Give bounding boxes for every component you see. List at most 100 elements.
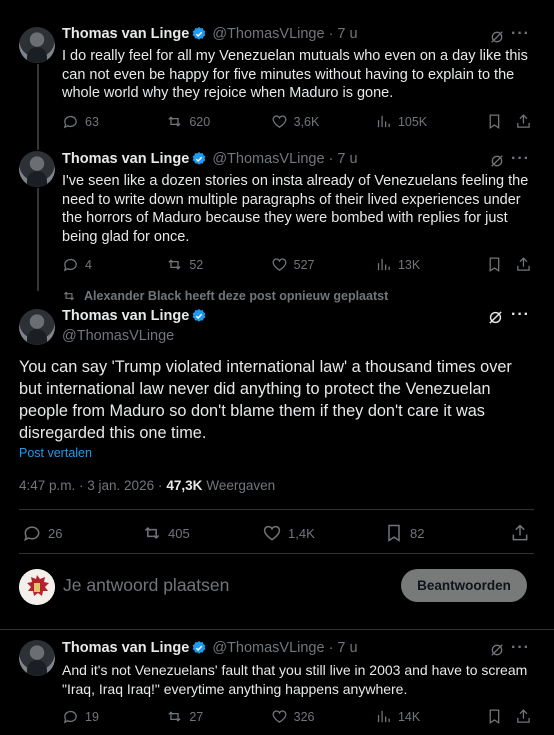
reply-button[interactable]: 4 (62, 256, 166, 273)
share-icon[interactable] (510, 523, 530, 543)
repost-icon (168, 711, 181, 722)
verified-icon (192, 641, 206, 654)
repost-icon (63, 291, 75, 301)
author-name[interactable]: Thomas van Linge (62, 640, 189, 656)
reply-count: 63 (85, 114, 99, 129)
reply-count: 4 (85, 257, 92, 272)
reply-count: 19 (85, 709, 99, 724)
views-count: 47,3K (166, 478, 203, 493)
tweet-header: Thomas van Linge @ThomasVLinge · 7 u (62, 26, 532, 42)
like-button[interactable]: 527 (271, 256, 375, 273)
tweet-text: You can say 'Trump violated internationa… (19, 358, 512, 442)
more-icon[interactable]: ··· (511, 306, 530, 324)
reply-icon (63, 115, 77, 129)
author-handle[interactable]: @ThomasVLinge (212, 151, 324, 167)
avatar[interactable] (19, 309, 55, 345)
bookmark-button[interactable]: 82 (384, 523, 510, 543)
share-icon[interactable] (515, 256, 532, 273)
heart-icon (272, 710, 287, 723)
more-icon[interactable]: ··· (511, 150, 530, 168)
translate-link[interactable]: Post vertalen (19, 446, 92, 460)
like-button[interactable]: 1,4K (262, 523, 384, 543)
more-icon[interactable]: ··· (511, 25, 530, 43)
like-count: 1,4K (288, 525, 315, 541)
repost-button[interactable]: 620 (166, 113, 270, 130)
tweet-text: And it's not Venezuelans' fault that you… (62, 662, 528, 697)
user-avatar[interactable] (19, 569, 55, 605)
more-icon[interactable]: ··· (511, 639, 530, 657)
tweet-header: Thomas van Linge @ThomasVLinge · 7 u (62, 151, 532, 167)
avatar[interactable] (19, 640, 55, 676)
repost-button[interactable]: 27 (166, 708, 270, 725)
bookmark-count: 82 (410, 525, 425, 541)
tweet-actions: 19 27 326 14K (62, 708, 532, 725)
reply-count: 26 (48, 525, 63, 541)
bookmark-icon[interactable] (486, 113, 503, 130)
tweet-time[interactable]: · 7 u (329, 26, 358, 42)
reply-button[interactable]: 19 (62, 708, 166, 725)
repost-notice-text[interactable]: Alexander Black heeft deze post opnieuw … (84, 289, 388, 303)
author-handle[interactable]: @ThomasVLinge (212, 26, 324, 42)
author-name[interactable]: Thomas van Linge (62, 308, 189, 324)
tweet-text: I've seen like a dozen stories on insta … (62, 173, 529, 245)
views-button[interactable]: 105K (375, 113, 486, 130)
tweet-time[interactable]: · 7 u (329, 151, 358, 167)
reply-input[interactable]: Je antwoord plaatsen (63, 575, 229, 596)
reply-submit-button[interactable]: Beantwoorden (401, 569, 527, 602)
views-count: 13K (397, 257, 421, 272)
like-button[interactable]: 3,6K (271, 113, 375, 130)
views-label: Weergaven (206, 478, 276, 493)
reply-button[interactable]: 26 (22, 523, 142, 543)
tweet-header: Thomas van Linge (62, 308, 207, 324)
heart-icon (272, 115, 287, 128)
reply-button[interactable]: 63 (62, 113, 166, 130)
repost-icon (168, 116, 181, 127)
like-count: 3,6K (293, 114, 320, 129)
verified-icon (192, 309, 206, 322)
tweet-time[interactable]: · 7 u (329, 640, 358, 656)
share-icon[interactable] (515, 708, 532, 725)
repost-button[interactable]: 405 (142, 523, 262, 543)
reply-icon (63, 258, 77, 272)
tweet-actions: 63 620 3,6K 105K (62, 113, 532, 130)
author-name[interactable]: Thomas van Linge (62, 26, 189, 42)
views-icon (377, 115, 390, 128)
bookmark-icon (388, 524, 400, 542)
repost-notice: Alexander Black heeft deze post opnieuw … (62, 289, 388, 303)
tweet-header: Thomas van Linge @ThomasVLinge · 7 u (62, 640, 532, 656)
heart-icon (263, 525, 281, 541)
tweet-actions: 26 405 1,4K 82 (22, 523, 532, 543)
repost-count: 52 (189, 257, 204, 272)
heart-icon (272, 258, 287, 271)
share-icon[interactable] (515, 113, 532, 130)
avatar[interactable] (19, 151, 55, 187)
like-count: 326 (293, 709, 315, 724)
bookmark-icon[interactable] (486, 256, 503, 273)
repost-button[interactable]: 52 (166, 256, 270, 273)
views-button[interactable]: 13K (375, 256, 486, 273)
verified-icon (192, 152, 206, 165)
grok-icon[interactable] (489, 29, 505, 45)
like-button[interactable]: 326 (271, 708, 375, 725)
timestamp[interactable]: 4:47 p.m. · 3 jan. 2026 · (19, 478, 162, 493)
bookmark-icon[interactable] (486, 708, 503, 725)
views-button[interactable]: 14K (375, 708, 486, 725)
thread-line (37, 188, 39, 291)
reply-icon (63, 710, 77, 724)
thread-line (37, 64, 39, 150)
avatar[interactable] (19, 27, 55, 63)
views-count: 105K (397, 114, 428, 129)
author-name[interactable]: Thomas van Linge (62, 151, 189, 167)
grok-icon[interactable] (489, 642, 505, 658)
eagle-emblem-icon (19, 569, 55, 605)
author-handle[interactable]: @ThomasVLinge (212, 640, 324, 656)
tweet-meta: 4:47 p.m. · 3 jan. 2026 · 47,3K Weergave… (19, 478, 275, 493)
repost-icon (144, 526, 160, 540)
grok-icon[interactable] (489, 153, 505, 169)
verified-icon (192, 27, 206, 40)
reply-icon (24, 526, 40, 542)
divider (19, 553, 534, 554)
author-handle[interactable]: @ThomasVLinge (62, 328, 174, 344)
grok-icon[interactable] (487, 309, 504, 326)
views-icon (377, 258, 390, 271)
